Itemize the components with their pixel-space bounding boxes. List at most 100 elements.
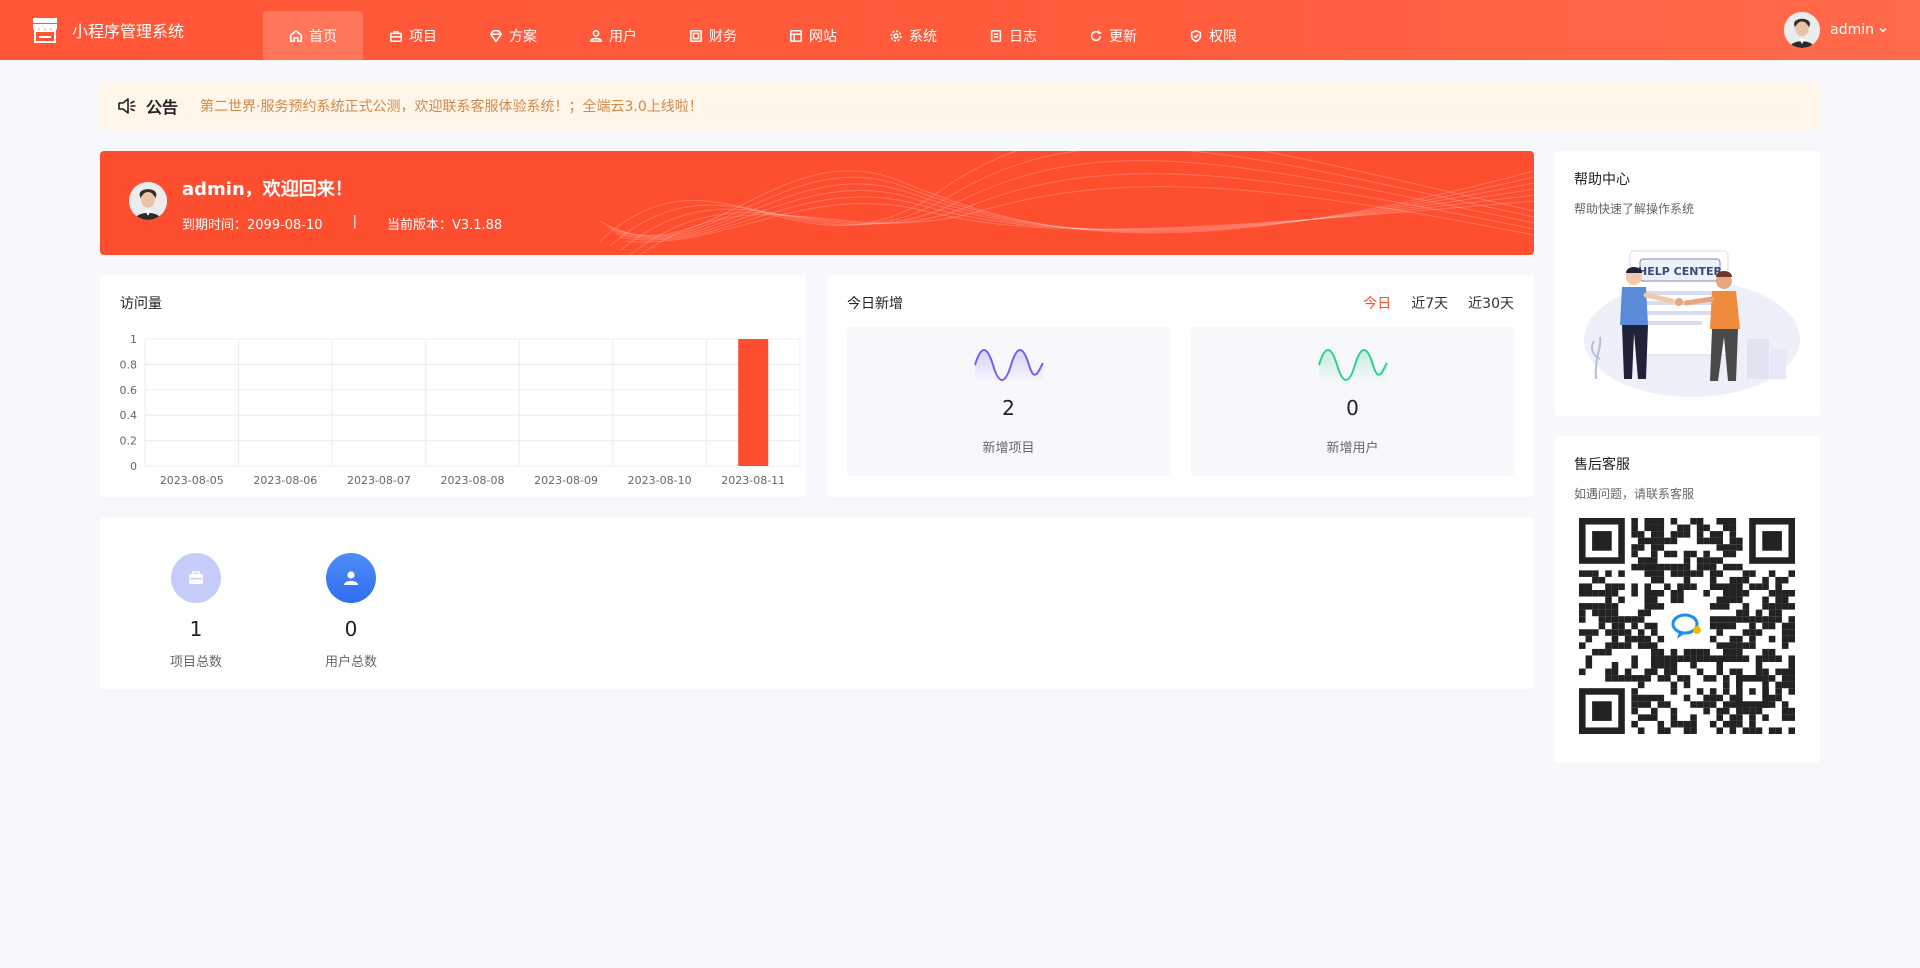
nav-system-label: 系统 xyxy=(909,28,937,45)
help-center-subtitle: 帮助快速了解操作系统 xyxy=(1574,202,1695,216)
briefcase-icon xyxy=(389,30,403,42)
nav-users[interactable]: 用户 xyxy=(563,11,663,60)
welcome-avatar xyxy=(129,182,167,220)
user-icon xyxy=(344,571,358,585)
avatar-portrait-icon xyxy=(1784,12,1821,48)
chat-bubble-icon xyxy=(1671,610,1703,642)
tab-today[interactable]: 今日 xyxy=(1363,293,1391,313)
nav-plans[interactable]: 方案 xyxy=(463,11,563,60)
log-icon xyxy=(990,29,1002,42)
total-users[interactable]: 0 用户总数 xyxy=(301,553,401,670)
nav-website[interactable]: 网站 xyxy=(763,11,863,60)
visits-card: 访问量 0 0.2 0.4 0.6 0.8 1 2023-08-05 2023-08-06 20… xyxy=(100,275,806,497)
nav-projects-label: 项目 xyxy=(409,28,437,45)
nav-users-label: 用户 xyxy=(609,28,637,45)
nav-home-label: 首页 xyxy=(309,28,337,45)
wave-decoration xyxy=(600,151,1534,255)
welcome-title: admin，欢迎回来！ xyxy=(182,179,353,200)
home-icon xyxy=(289,29,303,42)
speaker-icon xyxy=(118,97,136,114)
nav-logs-label: 日志 xyxy=(1009,28,1037,45)
after-sales-card: 售后客服 如遇问题，请联系客服 xyxy=(1554,436,1820,763)
welcome-meta: 到期时间：2099-08-10 | 当前版本：V3.1.88 xyxy=(182,214,502,233)
user-name: admin xyxy=(1830,22,1874,38)
today-new-card: 今日新增 今日 近7天 近30天 2 新增项目 0 新增用户 xyxy=(827,275,1534,497)
store-logo-icon xyxy=(33,18,57,43)
new-projects-label: 新增项目 xyxy=(982,441,1035,456)
nav-finance[interactable]: 财务 xyxy=(663,11,763,60)
totals-card: 1 项目总数 0 用户总数 xyxy=(100,517,1534,689)
nav-plans-label: 方案 xyxy=(509,28,537,45)
period-tabs: 今日 近7天 近30天 xyxy=(1343,293,1514,313)
new-users-value: 0 xyxy=(1346,396,1359,420)
avatar-portrait-icon xyxy=(129,182,167,220)
total-projects-label: 项目总数 xyxy=(169,655,222,670)
user-menu[interactable]: admin xyxy=(1784,12,1888,48)
announcement-bar: 公告 第二世界·服务预约系统正式公测，欢迎联系客服体验系统！；全端云3.0上线啦… xyxy=(100,81,1820,130)
main-nav: 首页 项目 方案 用户 财务 网站 系统 日志 更新 权限 xyxy=(263,11,1263,60)
y-tick-label: 0.4 xyxy=(120,409,138,422)
nav-logs[interactable]: 日志 xyxy=(963,11,1063,60)
nav-updates-label: 更新 xyxy=(1109,28,1137,45)
new-projects-stat[interactable]: 2 新增项目 xyxy=(847,327,1170,476)
brand[interactable]: 小程序管理系统 xyxy=(30,14,184,46)
y-tick-label: 0.6 xyxy=(120,384,138,397)
y-tick-label: 1 xyxy=(130,333,137,346)
help-center-card[interactable]: 帮助中心 帮助快速了解操作系统 HELP CENTER xyxy=(1554,151,1820,416)
welcome-banner: admin，欢迎回来！ 到期时间：2099-08-10 | 当前版本：V3.1.… xyxy=(100,151,1534,255)
nav-home[interactable]: 首页 xyxy=(263,11,363,60)
nav-projects[interactable]: 项目 xyxy=(363,11,463,60)
new-projects-value: 2 xyxy=(1002,396,1015,420)
y-tick-label: 0.8 xyxy=(120,358,138,371)
x-tick-label: 2023-08-09 xyxy=(534,474,598,487)
user-icon xyxy=(589,29,603,42)
total-projects-icon-wrap xyxy=(171,553,221,603)
bar[interactable] xyxy=(738,339,769,466)
shield-icon xyxy=(1190,29,1202,42)
nav-permissions[interactable]: 权限 xyxy=(1163,11,1263,60)
x-tick-label: 2023-08-07 xyxy=(347,474,411,487)
tab-7-days[interactable]: 近7天 xyxy=(1411,293,1448,313)
total-users-label: 用户总数 xyxy=(324,655,377,670)
new-users-label: 新增用户 xyxy=(1326,441,1379,456)
x-tick-label: 2023-08-08 xyxy=(441,474,505,487)
help-center-title: 帮助中心 xyxy=(1574,172,1630,188)
total-users-icon-wrap xyxy=(326,553,376,603)
layout-icon xyxy=(789,29,803,42)
gear-icon xyxy=(890,29,902,42)
chevron-down-icon xyxy=(1879,27,1887,33)
top-bar: 小程序管理系统 首页 项目 方案 用户 财务 网站 系统 日志 更新 权限 ad… xyxy=(0,0,1920,60)
refresh-icon xyxy=(1090,29,1102,41)
briefcase-icon xyxy=(189,571,203,584)
x-tick-label: 2023-08-11 xyxy=(721,474,785,487)
today-new-title: 今日新增 xyxy=(847,296,903,312)
x-tick-label: 2023-08-05 xyxy=(160,474,224,487)
app-name: 小程序管理系统 xyxy=(72,22,185,41)
x-tick-label: 2023-08-06 xyxy=(253,474,317,487)
meta-separator: | xyxy=(352,214,357,229)
help-center-image-text: HELP CENTER xyxy=(1638,265,1722,278)
wave-purple-icon xyxy=(974,349,1044,383)
tab-30-days[interactable]: 近30天 xyxy=(1468,293,1514,313)
help-center-illustration: HELP CENTER xyxy=(1584,250,1800,397)
expire-date: 到期时间：2099-08-10 xyxy=(182,218,323,233)
qr-code[interactable] xyxy=(1579,518,1795,734)
x-tick-label: 2023-08-10 xyxy=(628,474,692,487)
y-tick-label: 0 xyxy=(130,460,137,473)
avatar xyxy=(1784,12,1821,48)
announcement-text[interactable]: 第二世界·服务预约系统正式公测，欢迎联系客服体验系统！；全端云3.0上线啦！ xyxy=(200,96,703,116)
wave-green-icon xyxy=(1318,349,1388,383)
total-projects-value: 1 xyxy=(189,617,203,641)
visits-chart: 0 0.2 0.4 0.6 0.8 1 2023-08-05 2023-08-06 2023-0… xyxy=(120,333,801,487)
gem-icon xyxy=(489,29,503,43)
after-sales-title: 售后客服 xyxy=(1574,457,1630,473)
finance-icon xyxy=(689,29,703,42)
total-projects[interactable]: 1 项目总数 xyxy=(146,553,246,670)
y-tick-label: 0.2 xyxy=(120,435,138,448)
nav-finance-label: 财务 xyxy=(709,28,737,45)
after-sales-subtitle: 如遇问题，请联系客服 xyxy=(1574,487,1695,501)
nav-system[interactable]: 系统 xyxy=(863,11,963,60)
total-users-value: 0 xyxy=(344,617,358,641)
new-users-stat[interactable]: 0 新增用户 xyxy=(1191,327,1514,476)
nav-updates[interactable]: 更新 xyxy=(1063,11,1163,60)
